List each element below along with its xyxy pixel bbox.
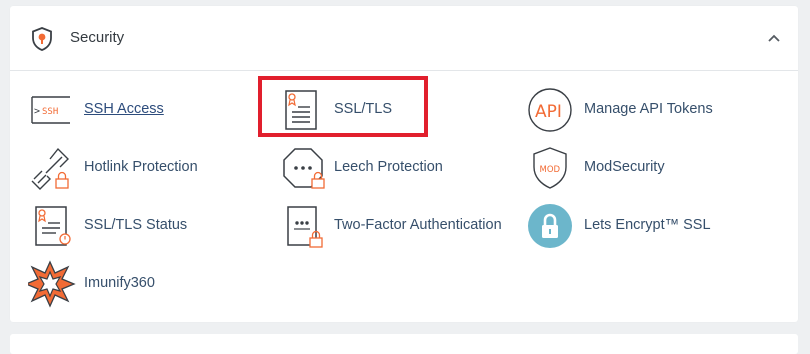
shield-lock-icon bbox=[32, 27, 52, 51]
ssh-access-label: SSH Access bbox=[84, 101, 164, 117]
svg-text:SSH: SSH bbox=[42, 107, 58, 117]
ssh-access-link[interactable]: > SSH SSH Access bbox=[28, 85, 198, 135]
ssh-terminal-icon: > SSH bbox=[31, 96, 70, 124]
manage-api-tokens-link[interactable]: API Manage API Tokens bbox=[528, 85, 728, 135]
ssl-tls-status-label: SSL/TLS Status bbox=[84, 217, 188, 233]
imunify-star-icon bbox=[28, 260, 76, 308]
chevron-up-icon[interactable] bbox=[766, 30, 782, 46]
broken-link-lock-icon bbox=[31, 147, 69, 190]
next-panel bbox=[10, 334, 798, 354]
svg-text:MOD: MOD bbox=[540, 165, 561, 175]
svg-text:>: > bbox=[34, 106, 40, 117]
security-panel: Security > SSH SSH Access SSL/TLS API Ma… bbox=[10, 6, 798, 322]
svg-text:API: API bbox=[535, 102, 562, 122]
octagon-lock-icon bbox=[283, 148, 325, 189]
section-title: Security bbox=[70, 29, 125, 46]
leech-protection-link[interactable]: Leech Protection bbox=[278, 143, 478, 193]
lets-encrypt-ssl-label: Lets Encrypt™ SSL bbox=[584, 217, 711, 233]
leech-protection-label: Leech Protection bbox=[334, 159, 443, 175]
imunify360-link[interactable]: Imunify360 bbox=[28, 259, 228, 309]
hotlink-protection-link[interactable]: Hotlink Protection bbox=[28, 143, 228, 193]
password-document-lock-icon bbox=[287, 206, 323, 248]
lets-encrypt-ssl-link[interactable]: Lets Encrypt™ SSL bbox=[528, 201, 728, 251]
modsecurity-label: ModSecurity bbox=[584, 159, 665, 175]
padlock-circle-icon bbox=[528, 204, 572, 248]
certificate-status-icon bbox=[35, 206, 71, 246]
hotlink-protection-label: Hotlink Protection bbox=[84, 159, 198, 175]
api-icon: API bbox=[528, 88, 572, 132]
two-factor-authentication-link[interactable]: Two-Factor Authentication bbox=[278, 201, 518, 251]
ssl-tls-status-link[interactable]: SSL/TLS Status bbox=[28, 201, 228, 251]
modsecurity-link[interactable]: MOD ModSecurity bbox=[528, 143, 728, 193]
manage-api-tokens-label: Manage API Tokens bbox=[584, 101, 713, 117]
security-panel-header[interactable]: Security bbox=[10, 6, 798, 71]
highlight-box bbox=[258, 76, 428, 137]
two-factor-authentication-label: Two-Factor Authentication bbox=[334, 217, 502, 233]
mod-shield-icon: MOD bbox=[533, 147, 567, 189]
imunify360-label: Imunify360 bbox=[84, 275, 155, 291]
